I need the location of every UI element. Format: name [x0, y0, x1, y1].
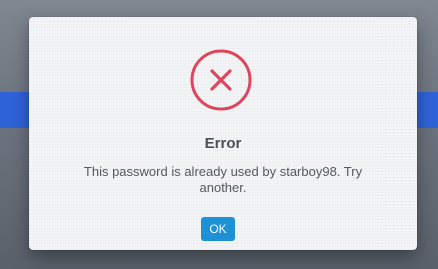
error-circle-x-icon — [190, 49, 252, 111]
ok-button[interactable]: OK — [201, 217, 235, 241]
dialog-title: Error — [204, 135, 242, 152]
error-dialog: Error This password is already used by s… — [29, 17, 417, 250]
dialog-message: This password is already used by starboy… — [83, 164, 363, 195]
